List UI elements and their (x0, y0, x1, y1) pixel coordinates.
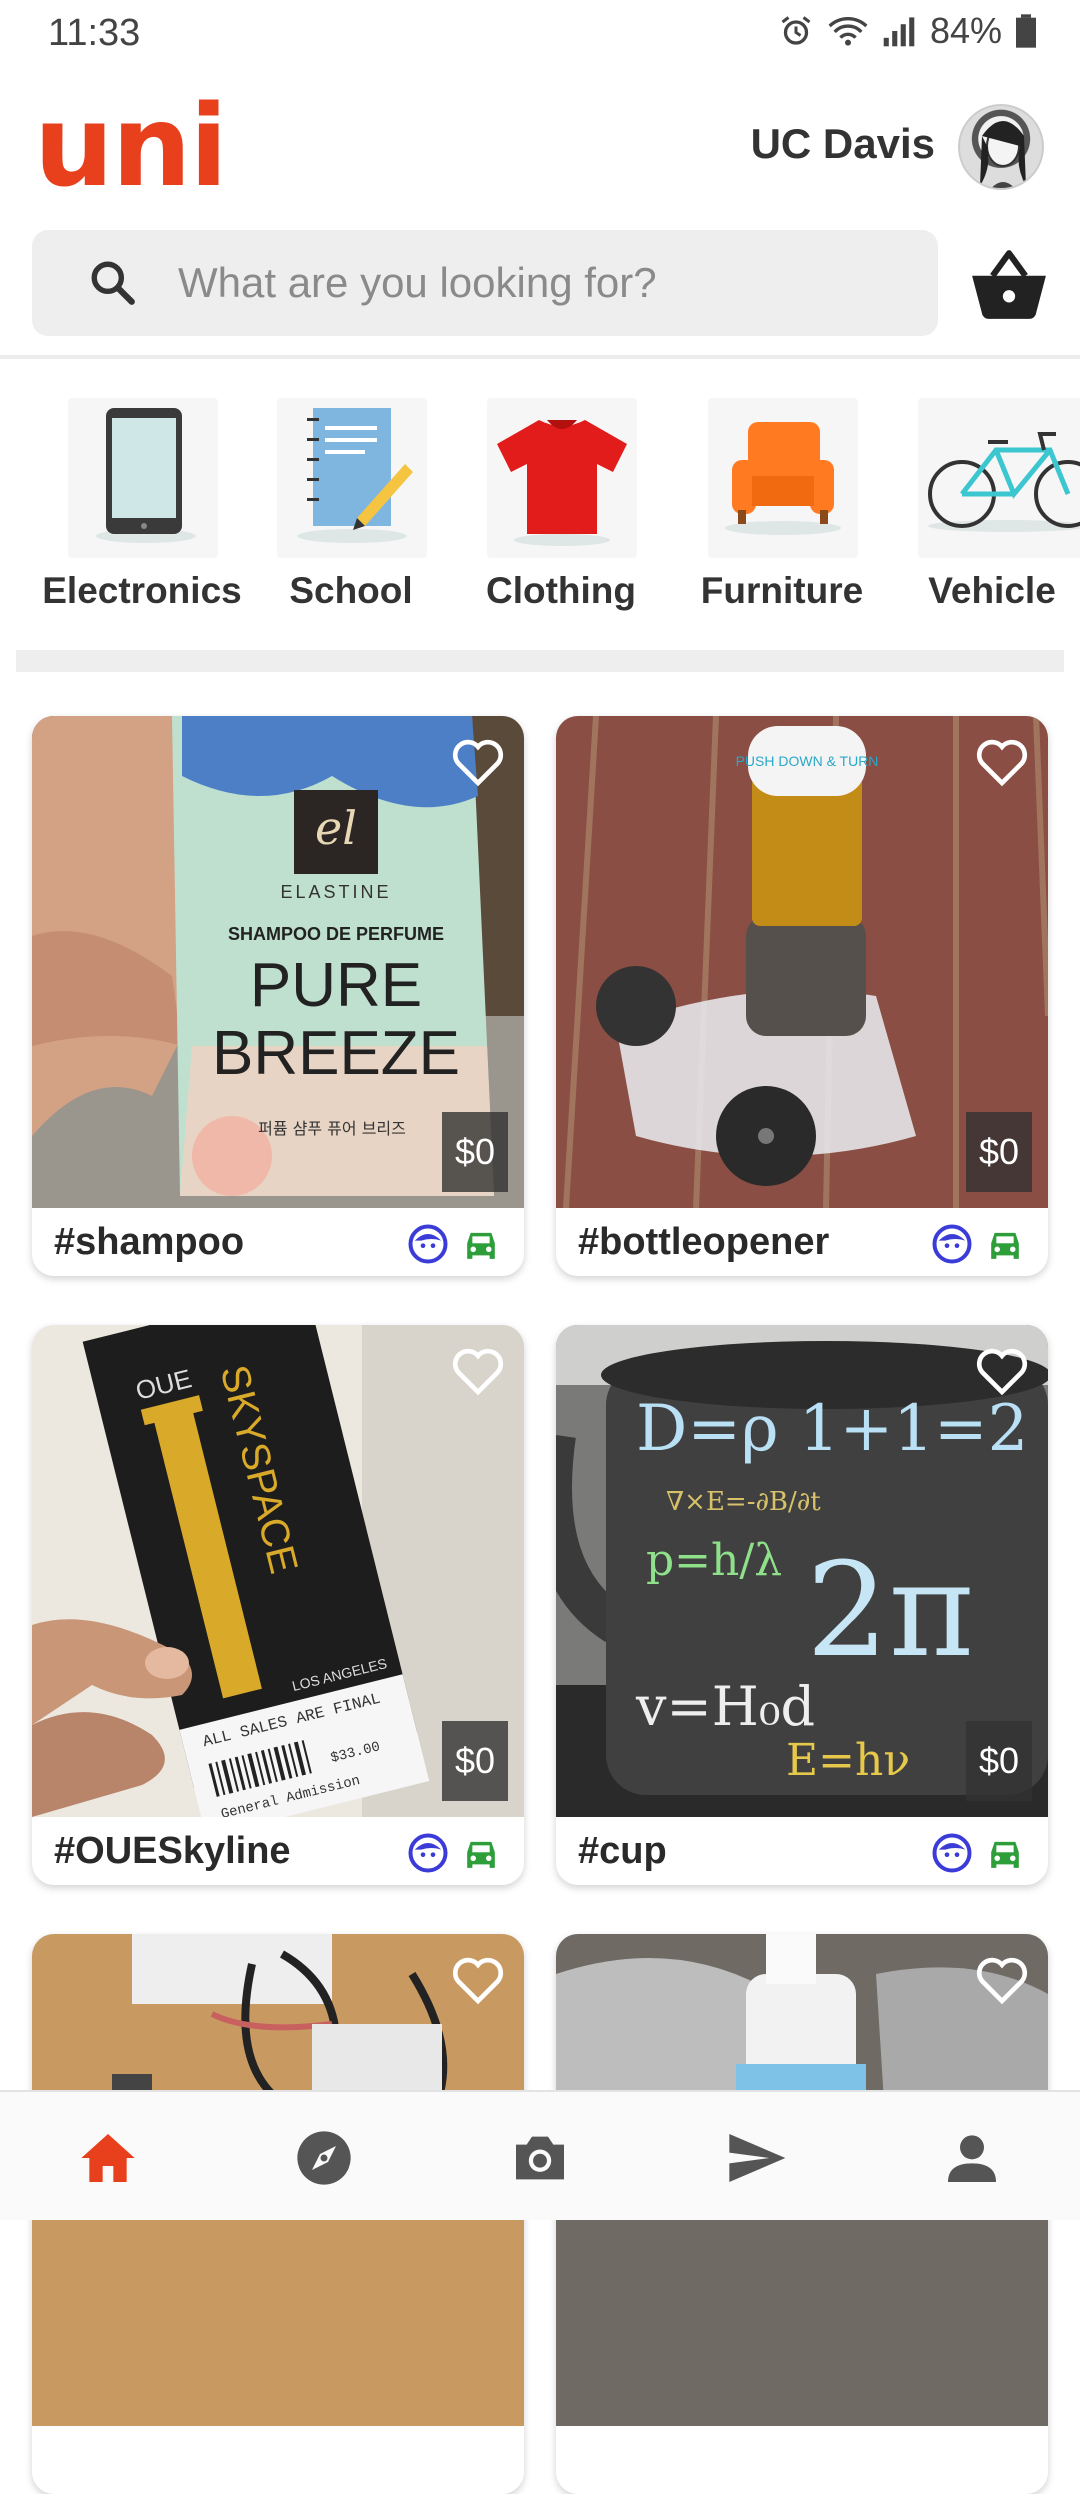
cup-eq5: v=H₀d (635, 1675, 815, 1738)
user-face-icon (932, 1224, 972, 1264)
tshirt-icon (487, 398, 637, 558)
cup-eq1: D=ρ 1+1=2 (636, 1392, 1028, 1466)
listing-card[interactable]: D=ρ 1+1=2 ∇×E=-∂B/∂t p=h/λ 2π v=H₀d E=hν… (556, 1325, 1048, 1885)
status-icons: 84% (778, 10, 1036, 52)
alarm-icon (781, 16, 811, 45)
user-face-icon (408, 1224, 448, 1264)
status-bar: 11:33 84% (0, 0, 1080, 64)
product-line3: BREEZE (212, 1019, 460, 1088)
battery-icon (1016, 14, 1036, 48)
compass-icon[interactable] (292, 2126, 356, 2190)
user-face-icon (408, 1833, 448, 1873)
send-icon[interactable] (724, 2126, 788, 2190)
cup-eq4: 2π (806, 1534, 974, 1686)
listing-tag[interactable]: #cup (578, 1830, 667, 1873)
category-label: Vehicle (928, 570, 1056, 611)
favorite-heart-icon[interactable] (450, 736, 506, 788)
favorite-heart-icon[interactable] (450, 1954, 506, 2006)
category-school[interactable]: School (251, 384, 451, 624)
cart-icon[interactable] (968, 246, 1050, 322)
home-icon[interactable] (76, 2126, 140, 2190)
search-input[interactable] (178, 248, 898, 318)
listing-card[interactable]: PUSH DOWN & TURN $0 #bottleopener (556, 716, 1048, 1276)
category-electronics[interactable]: Electronics (42, 384, 242, 624)
listing-card[interactable]: OUE SKYSPACE LOS ANGELES ALL SALES ARE F… (32, 1325, 524, 1885)
user-face-icon (932, 1833, 972, 1873)
car-icon (467, 1232, 495, 1259)
price-badge: $0 (966, 1721, 1032, 1801)
product-line2: PURE (250, 951, 422, 1020)
price-badge: $0 (442, 1112, 508, 1192)
header-divider (0, 355, 1080, 359)
avatar[interactable] (958, 104, 1044, 190)
search-icon (91, 261, 135, 305)
cup-eq6: E=hν (786, 1735, 910, 1786)
svg-text:el: el (315, 801, 357, 855)
listing-card[interactable]: el ELASTINE SHAMPOO DE PERFUME PURE BREE… (32, 716, 524, 1276)
category-label: Furniture (700, 570, 864, 611)
campus-name[interactable]: UC Davis (751, 120, 935, 168)
favorite-heart-icon[interactable] (974, 736, 1030, 788)
tablet-icon (68, 398, 218, 558)
camera-icon[interactable] (508, 2126, 572, 2190)
car-icon (467, 1841, 495, 1868)
bottom-navigation (0, 2090, 1080, 2220)
wifi-icon (828, 17, 868, 46)
notebook-icon (277, 398, 427, 558)
favorite-heart-icon[interactable] (450, 1345, 506, 1397)
favorite-heart-icon[interactable] (974, 1345, 1030, 1397)
category-furniture[interactable]: Furniture (682, 384, 882, 624)
bicycle-icon (918, 398, 1080, 558)
search-bar[interactable] (32, 230, 938, 336)
favorite-heart-icon[interactable] (974, 1954, 1030, 2006)
profile-icon[interactable] (940, 2126, 1004, 2190)
product-line4: 퍼퓸 샴푸 퓨어 브리즈 (258, 1119, 406, 1138)
listing-tag[interactable]: #bottleopener (578, 1221, 829, 1264)
category-strip: Electronics School Clothing Furniture Ve… (0, 384, 1080, 624)
armchair-icon (708, 398, 858, 558)
uni-logo[interactable]: uni (34, 82, 228, 212)
cup-eq2: ∇×E=-∂B/∂t (666, 1487, 821, 1517)
price-badge: $0 (966, 1112, 1032, 1192)
category-label: School (289, 570, 413, 611)
category-label: Clothing (485, 570, 636, 611)
battery-percent: 84% (929, 10, 1002, 51)
signal-icon (883, 17, 915, 47)
listing-tag[interactable]: #OUESkyline (54, 1830, 291, 1873)
app-header: uni UC Davis (0, 64, 1080, 224)
listing-tag[interactable]: #shampoo (54, 1221, 244, 1264)
brand-text: ELASTINE (280, 882, 391, 902)
category-divider (16, 650, 1064, 672)
category-vehicle[interactable]: Vehicle (892, 384, 1080, 624)
product-line1: SHAMPOO DE PERFUME (228, 924, 444, 944)
category-clothing[interactable]: Clothing (461, 384, 661, 624)
price-badge: $0 (442, 1721, 508, 1801)
category-label: Electronics (42, 570, 242, 611)
car-icon (991, 1841, 1019, 1868)
car-icon (991, 1232, 1019, 1259)
cup-eq3: p=h/λ (646, 1535, 782, 1586)
cap-text: PUSH DOWN & TURN (736, 753, 879, 769)
status-time: 11:33 (48, 12, 141, 54)
